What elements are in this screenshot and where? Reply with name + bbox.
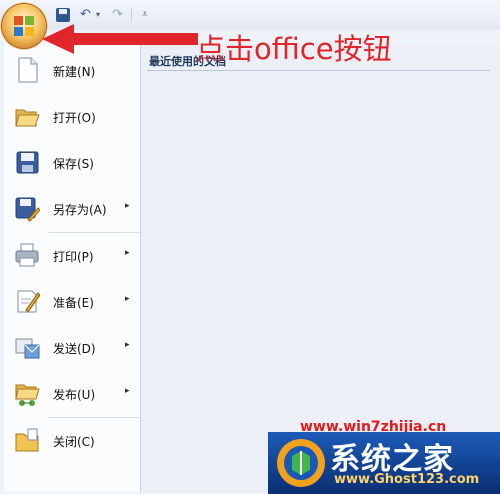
menu-item-label: 准备(E)	[53, 296, 94, 310]
menu-item-label: 关闭(C)	[53, 435, 95, 449]
recent-documents-divider	[147, 70, 490, 71]
menu-item-label: 另存为(A)	[53, 203, 107, 217]
submenu-arrow-icon: ▸	[125, 201, 130, 211]
submenu-arrow-icon: ▸	[125, 294, 130, 304]
menu-item-print[interactable]: 打印(P) ▸	[4, 235, 140, 275]
menu-item-label: 新建(N)	[53, 65, 96, 79]
annotation-text: 点击office按钮	[196, 32, 392, 66]
menu-divider	[48, 232, 140, 233]
menu-item-prepare[interactable]: 准备(E) ▸	[4, 281, 140, 321]
prepare-icon	[17, 290, 40, 313]
menu-item-publish[interactable]: 发布(U) ▸	[4, 373, 140, 413]
menu-item-save-as[interactable]: 另存为(A) ▸	[4, 188, 140, 228]
watermark-banner: 系统之家 www.Ghost123.com	[268, 432, 500, 494]
toolbar-separator	[131, 8, 132, 22]
menu-item-close[interactable]: 关闭(C)	[4, 420, 140, 460]
menu-item-send[interactable]: 发送(D) ▸	[4, 327, 140, 367]
undo-icon[interactable]: ↶	[80, 7, 91, 23]
undo-dropdown-icon[interactable]: ▾	[96, 7, 100, 23]
save-disk-icon	[16, 151, 39, 174]
close-folder-icon	[15, 428, 39, 452]
menu-commands: 新建(N) 打开(O) 保存(S) 另存为(A) ▸ 打印(P) ▸ 准备(E)…	[4, 44, 141, 492]
menu-item-label: 打开(O)	[53, 111, 96, 125]
submenu-arrow-icon: ▸	[125, 248, 130, 258]
save-icon[interactable]	[56, 8, 70, 22]
new-document-icon	[18, 57, 38, 83]
send-icon	[15, 338, 40, 359]
menu-item-label: 保存(S)	[53, 157, 94, 171]
publish-icon	[15, 384, 40, 406]
menu-item-label: 打印(P)	[53, 250, 94, 264]
menu-divider	[48, 417, 140, 418]
office-logo-icon	[14, 16, 34, 36]
menu-item-label: 发送(D)	[53, 342, 96, 356]
menu-item-open[interactable]: 打开(O)	[4, 96, 140, 136]
menu-item-new[interactable]: 新建(N)	[4, 50, 140, 90]
menu-item-save[interactable]: 保存(S)	[4, 142, 140, 182]
submenu-arrow-icon: ▸	[125, 340, 130, 350]
watermark-logo-icon	[277, 439, 325, 487]
customize-toolbar-icon[interactable]: ⩡	[142, 7, 148, 23]
menu-item-label: 发布(U)	[53, 388, 96, 402]
printer-icon	[15, 243, 39, 267]
submenu-arrow-icon: ▸	[125, 386, 130, 396]
open-folder-icon	[15, 109, 40, 127]
watermark-url: www.Ghost123.com	[334, 472, 480, 487]
save-as-icon	[15, 197, 40, 222]
annotation-arrow	[42, 24, 198, 54]
redo-icon[interactable]: ↷	[112, 7, 123, 23]
